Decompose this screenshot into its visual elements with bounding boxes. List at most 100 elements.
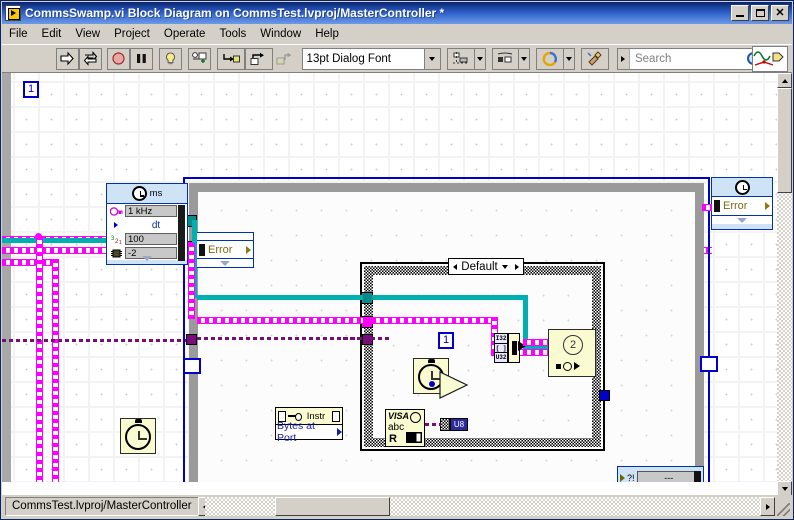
highlight-execution-button[interactable] <box>159 47 183 70</box>
error-cluster-expand-chevron[interactable] <box>197 258 253 267</box>
timed-loop-source-value[interactable]: 1 kHz <box>125 205 177 217</box>
vertical-scrollbar[interactable] <box>777 73 792 496</box>
indicator-terminal-icon <box>694 471 701 482</box>
visa-read-vi[interactable]: VISA abc R <box>385 409 425 447</box>
font-label: 13pt Dialog Font <box>306 52 391 65</box>
status-path-label: CommsTest.lvproj/MasterController <box>5 497 199 516</box>
bundle-row-cluster: [ ] <box>495 343 508 354</box>
menu-window[interactable]: Window <box>253 26 308 42</box>
distribute-objects-dropdown[interactable] <box>519 47 531 70</box>
scroll-right-button[interactable] <box>760 497 775 516</box>
wait-ms-vi[interactable] <box>120 418 156 454</box>
comparison-node[interactable] <box>439 371 469 399</box>
labview-block-diagram-window: CommsSwamp.vi Block Diagram on CommsTest… <box>0 0 794 520</box>
tunnel-shift-register-down[interactable] <box>183 358 201 374</box>
timed-loop-expand-chevron[interactable] <box>107 253 187 263</box>
timed-loop-row-period[interactable]: 321 100 <box>107 232 187 246</box>
minimize-button[interactable] <box>731 5 749 21</box>
run-continuously-button[interactable] <box>78 47 102 70</box>
vi-icon-pane[interactable] <box>752 46 788 72</box>
window-controls: ✕ <box>731 5 789 21</box>
abort-execution-button[interactable] <box>107 47 131 70</box>
timed-loop-row-dt[interactable]: dt <box>107 218 187 232</box>
menu-file[interactable]: File <box>2 26 35 42</box>
horizontal-scroll-thumb[interactable] <box>275 497 390 516</box>
wire-const1-vertical <box>98 89 100 151</box>
run-button[interactable] <box>55 47 79 70</box>
wire-instr-to-visa <box>343 428 385 430</box>
menu-tools[interactable]: Tools <box>212 26 253 42</box>
reorder-button[interactable] <box>536 47 565 70</box>
close-button[interactable]: ✕ <box>771 5 789 21</box>
search-box[interactable]: Search <box>616 47 767 70</box>
block-diagram-canvas[interactable]: ms 1 kHz dt 321 100 -2 1 Error Error Def… <box>2 73 777 482</box>
clock-button-icon <box>428 359 435 363</box>
pause-button[interactable] <box>130 47 154 70</box>
error-out-cluster-indicator[interactable]: Error <box>711 177 773 230</box>
horizontal-scrollbar[interactable] <box>205 497 775 516</box>
search-scope-icon[interactable] <box>617 48 630 69</box>
distribute-objects-button[interactable] <box>491 47 520 70</box>
subvi-connector-icons <box>556 360 590 372</box>
title-bar: CommsSwamp.vi Block Diagram on CommsTest… <box>2 2 792 24</box>
scroll-up-button[interactable] <box>777 73 792 88</box>
error-in-cluster-indicator[interactable]: Error <box>196 232 254 268</box>
instr-property-row[interactable]: Bytes at Port <box>275 420 343 444</box>
cleanup-diagram-button[interactable] <box>581 47 609 70</box>
wire-u8-up <box>512 335 514 425</box>
u8-array-indicator[interactable]: U8 <box>440 418 468 431</box>
menu-edit[interactable]: Edit <box>35 26 69 42</box>
numeric-constant-one-case[interactable]: 1 <box>438 332 454 349</box>
wire-subvi-out-top <box>596 307 688 309</box>
bytes-at-port-property-node[interactable]: Instr Bytes at Port <box>275 407 343 444</box>
wire-error-bus-lower <box>2 259 57 266</box>
step-out-button[interactable] <box>273 48 296 70</box>
subvi-node-2[interactable]: 2 <box>548 329 596 377</box>
timed-loop-config-node[interactable]: ms 1 kHz dt 321 100 -2 <box>106 183 188 265</box>
chevron-down-icon[interactable] <box>423 48 440 69</box>
case-selector-label[interactable]: Default <box>448 258 524 275</box>
timed-loop-period-value[interactable]: 100 <box>125 233 177 245</box>
wire-error-drop-b <box>52 259 59 482</box>
numeric-constant-one-top[interactable]: 1 <box>23 81 39 98</box>
scroll-down-button[interactable] <box>777 481 792 496</box>
vertical-scroll-thumb[interactable] <box>777 88 792 193</box>
error-status-square-icon <box>199 243 205 256</box>
bytes-at-port-label: Bytes at Port <box>277 420 315 444</box>
maximize-button[interactable] <box>751 5 769 21</box>
align-objects-button[interactable] <box>446 47 475 70</box>
reorder-dropdown[interactable] <box>564 47 576 70</box>
vertical-scroll-track[interactable] <box>777 88 792 481</box>
menu-project[interactable]: Project <box>107 26 157 42</box>
tunnel-string-in[interactable] <box>186 334 197 345</box>
wire-const1-to-dt <box>98 150 110 152</box>
labview-vi-icon <box>5 5 21 21</box>
step-over-button[interactable] <box>244 47 273 70</box>
chevron-down-icon[interactable] <box>498 264 511 269</box>
align-objects-dropdown[interactable] <box>474 47 486 70</box>
step-into-button[interactable] <box>216 47 245 70</box>
font-selector[interactable]: 13pt Dialog Font <box>301 47 441 70</box>
wire-error-case-inner <box>372 317 494 324</box>
bundle-node[interactable]: I32 [ ] U32 <box>494 333 520 363</box>
menu-view[interactable]: View <box>68 26 107 42</box>
menu-operate[interactable]: Operate <box>157 26 213 42</box>
u8-label: U8 <box>450 418 468 431</box>
timed-loop-row-source[interactable]: 1 kHz <box>107 204 187 218</box>
menu-help[interactable]: Help <box>308 26 346 42</box>
search-input[interactable]: Search <box>630 53 747 65</box>
wire-error-drop-a <box>36 236 43 482</box>
wire-error-loop-vert <box>188 243 195 319</box>
case-prev-arrow-icon[interactable] <box>449 259 461 274</box>
dt-terminal-icon <box>109 219 123 231</box>
wire-error-loop-to-case <box>197 317 363 324</box>
tunnel-shift-register-up[interactable] <box>700 356 718 372</box>
error-out-expand-chevron[interactable] <box>712 215 772 224</box>
retain-wire-values-button[interactable] <box>188 47 211 70</box>
resize-grip[interactable] <box>777 503 790 516</box>
case-next-arrow-icon[interactable] <box>511 259 523 274</box>
indicator-row: ?! --- <box>618 467 703 482</box>
bundle-row-i32: I32 <box>495 334 508 344</box>
numeric-indicator-cluster[interactable]: ?! --- <box>617 466 704 482</box>
wire-string-loop-to-case <box>197 337 363 340</box>
